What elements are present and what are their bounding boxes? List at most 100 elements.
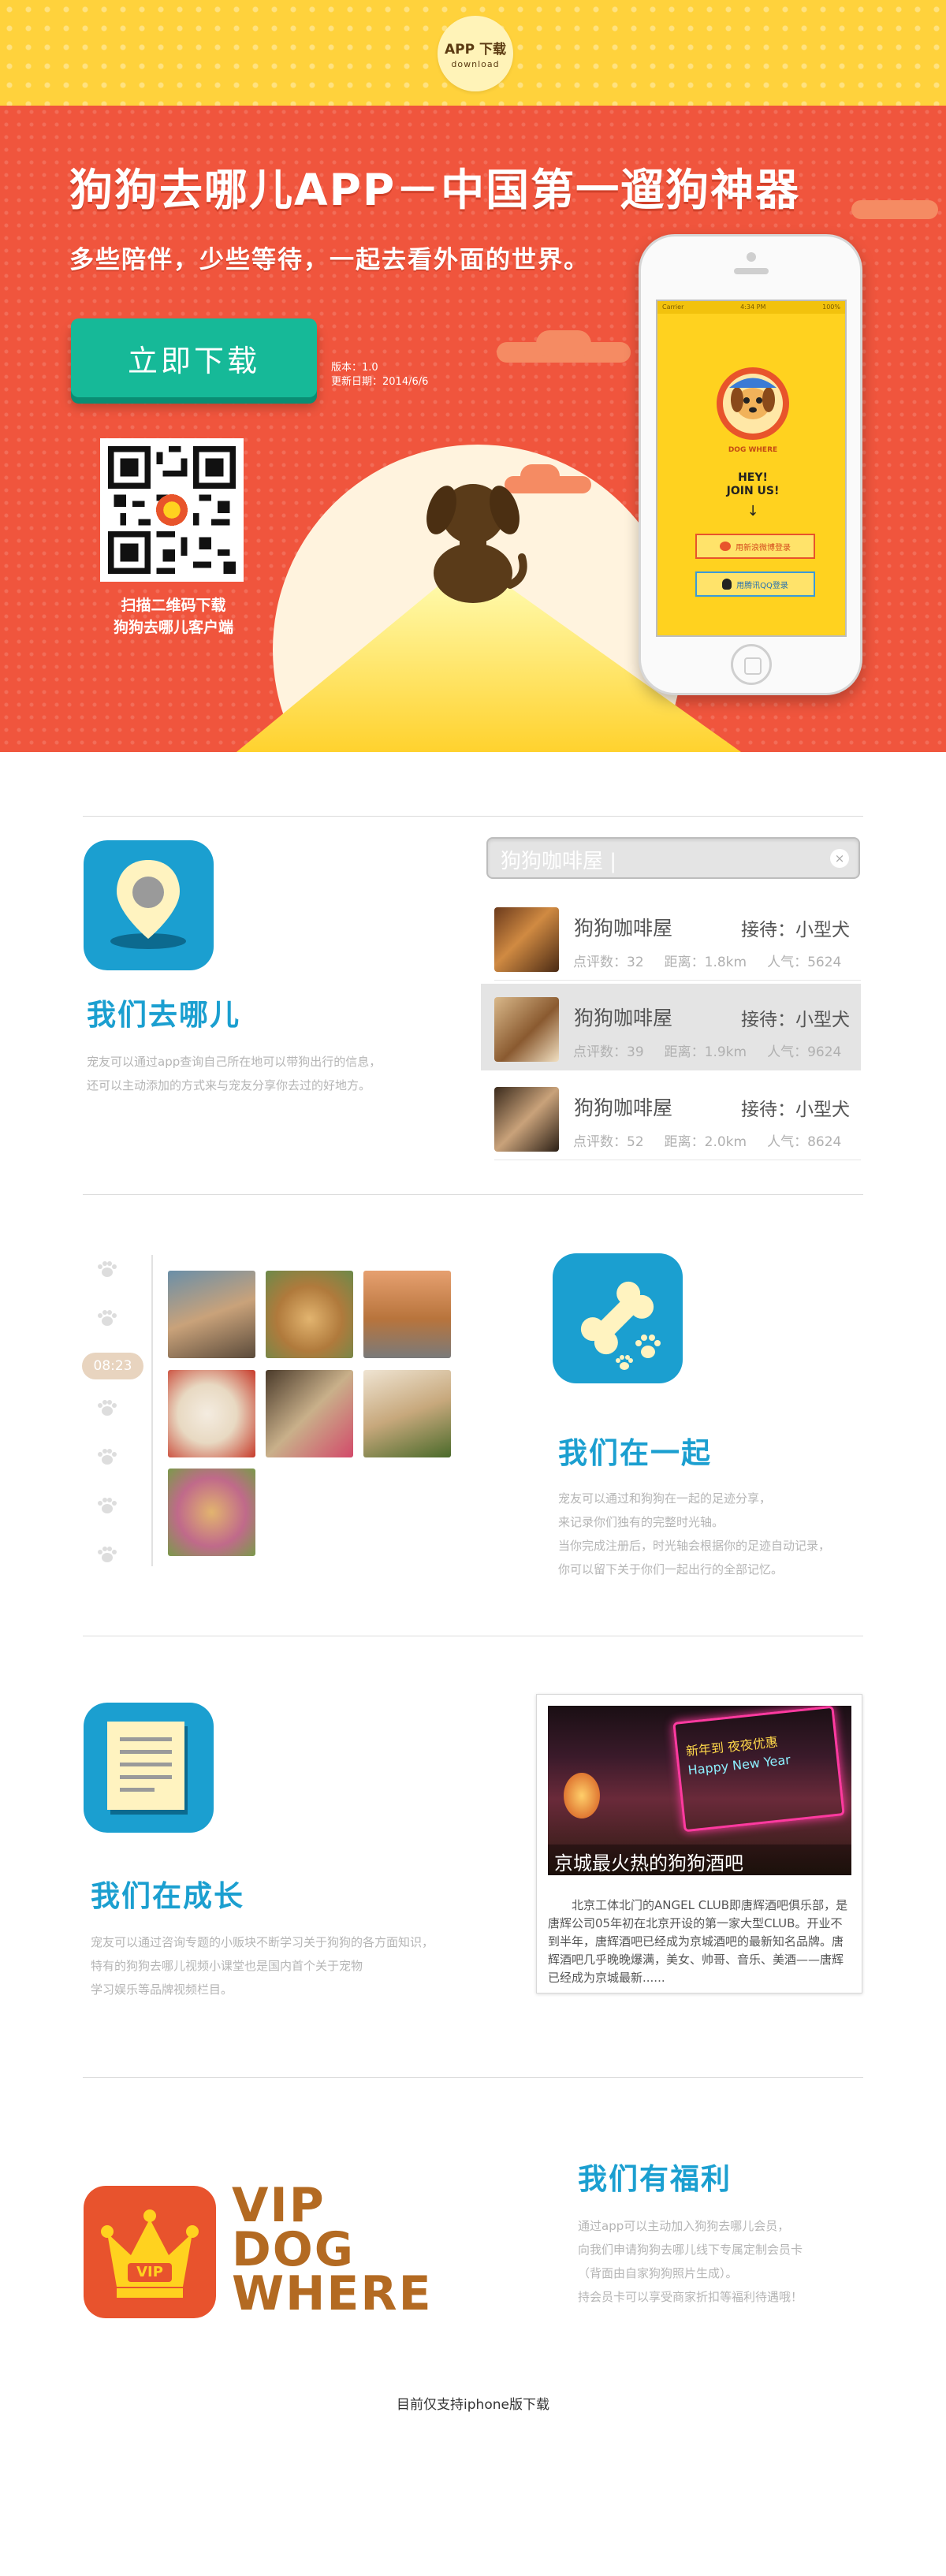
place-distance: 距离：2.0km [664,1134,747,1150]
lantern [564,1773,600,1818]
place-popularity: 人气：5624 [767,955,842,970]
neon-sign: 新年到 夜夜优惠 Happy New Year [672,1706,845,1833]
paw-icon [98,1449,117,1465]
logo-text: DOG WHERE [728,446,778,454]
dog-photo[interactable] [266,1271,353,1358]
place-reviews: 点评数：32 [573,955,644,970]
wordmark-where: WHERE [232,2266,433,2321]
place-stats: 点评数：39 距离：1.9km 人气：9624 [573,1040,841,1060]
phone-camera [747,252,756,262]
place-name: 狗狗咖啡屋 [574,1007,673,1029]
hero-subtitle: 多些陪伴，少些等待，一起去看外面的世界。 [69,246,590,274]
row-divider [494,980,861,981]
timeline-line [151,1255,153,1566]
place-thumbnail [494,907,559,972]
timeline-time-badge: 08:23 [82,1353,143,1379]
hey-join-text: HEY! JOIN US! [657,471,845,498]
dog-photo[interactable] [363,1271,451,1358]
qq-icon [722,579,732,590]
dog-photo[interactable] [168,1370,255,1457]
section-together-title: 我们在一起 [558,1436,712,1470]
place-distance: 距离：1.9km [664,1044,747,1060]
qr-caption: 扫描二维码下载 狗狗去哪儿客户端 [79,594,268,638]
dog-photo[interactable] [363,1370,451,1457]
desc-line: 当你完成注册后，时光轴会根据你的足迹自动记录， [558,1539,831,1553]
location-feature-icon [84,840,214,970]
place-list-item[interactable]: 狗狗咖啡屋 接待：小型犬 点评数：32 距离：1.8km 人气：5624 [481,894,861,981]
search-input[interactable]: 狗狗咖啡屋 | × [486,837,860,879]
vip-dog-where-wordmark: VIP DOG WHERE [232,2178,433,2321]
dog-photo[interactable] [266,1370,353,1457]
place-accept: 接待：小型犬 [741,1100,850,1120]
section-grow-desc: 宠友可以通过咨询专题的小贩块不断学习关于狗狗的各方面知识， 特有的狗狗去哪儿视频… [91,1930,434,2001]
document-icon [107,1722,188,1815]
place-accept: 接待：小型犬 [741,1010,850,1030]
place-thumbnail [494,1087,559,1152]
desc-line: 你可以留下关于你们一起出行的全部记忆。 [558,1562,784,1576]
desc-line: （背面由自家狗狗照片生成）。 [578,2266,738,2280]
hero-title: 狗狗去哪儿APP－中国第一遛狗神器 [69,165,801,215]
carrier-text: Carrier [662,303,684,311]
section-divider [83,816,863,817]
paw-icon [98,1498,117,1513]
wordmark-vip: VIP [232,2178,326,2233]
weibo-login-label: 用新浪微博登录 [736,543,791,553]
weibo-icon [720,542,731,551]
desc-line: 向我们申请狗狗去哪儿线下专属定制会员卡 [578,2243,803,2257]
desc-line: 学习娱乐等品牌视频栏目。 [91,1982,233,1997]
paw-icon [98,1547,117,1562]
top-strip: APP 下载 download [0,0,946,106]
vip-badge-text: VIP [136,2264,163,2280]
qr-code[interactable] [100,438,244,582]
phone-mockup: Carrier 4:34 PM 100% DOG WHERE HEY! JOIN… [639,234,862,695]
article-card[interactable]: 新年到 夜夜优惠 Happy New Year 京城最火热的狗狗酒吧 北京工体北… [536,1694,862,1993]
section-divider [83,1194,863,1195]
home-button [731,644,772,685]
update-date: 更新日期：2014/6/6 [331,376,429,388]
qq-login-button[interactable]: 用腾讯QQ登录 [695,571,815,597]
dog-photo[interactable] [168,1469,255,1556]
app-download-badge[interactable]: APP 下载 download [438,16,513,91]
bone-feature-icon [553,1253,683,1383]
qr-caption-line2: 狗狗去哪儿客户端 [113,619,233,636]
footer-note: 目前仅支持iphone版下载 [397,2397,549,2413]
crown-icon [101,2209,199,2298]
article-image-caption: 京城最火热的狗狗酒吧 [548,1845,851,1875]
search-value: 狗狗咖啡屋 | [501,850,617,873]
dog-photo[interactable] [168,1271,255,1358]
place-list-item[interactable]: 狗狗咖啡屋 接待：小型犬 点评数：39 距离：1.9km 人气：9624 [481,984,861,1070]
dog-where-logo-icon [717,367,789,440]
desc-line: 宠友可以通过和狗狗在一起的足迹分享， [558,1491,772,1506]
dog-silhouette-icon [426,484,527,603]
article-body: 北京工体北门的ANGEL CLUB即唐辉酒吧俱乐部，是唐辉公司05年初在北京开设… [548,1898,848,1985]
weibo-login-button[interactable]: 用新浪微博登录 [695,534,815,559]
clear-icon[interactable]: × [830,849,849,868]
download-now-button[interactable]: 立即下载 [71,318,317,397]
place-thumbnail [494,997,559,1062]
arrow-down-icon: ↓ [747,503,759,519]
desc-line: 还可以主动添加的方式来与宠友分享你去过的好地方。 [87,1078,371,1093]
qr-code-icon [108,446,236,574]
book-feature-icon [84,1703,214,1833]
phone-speaker [734,268,769,274]
status-bar: Carrier 4:34 PM 100% [657,301,845,314]
hero-banner: 狗狗去哪儿APP－中国第一遛狗神器 多些陪伴，少些等待，一起去看外面的世界。 立… [0,106,946,752]
place-name: 狗狗咖啡屋 [574,1096,673,1119]
badge-line1: APP 下载 [445,42,506,58]
place-reviews: 点评数：52 [573,1134,644,1150]
place-accept: 接待：小型犬 [741,920,850,940]
place-list-item[interactable]: 狗狗咖啡屋 接待：小型犬 点评数：52 距离：2.0km 人气：8624 [481,1074,861,1160]
place-stats: 点评数：32 距离：1.8km 人气：5624 [573,951,841,970]
place-popularity: 人气：8624 [767,1134,842,1150]
hey-line1: HEY! [738,471,768,484]
paw-icon [98,1261,117,1277]
badge-line2: download [451,59,500,69]
version-info: 版本：1.0 更新日期：2014/6/6 [331,361,428,389]
battery-text: 100% [822,303,840,311]
section-together-desc: 宠友可以通过和狗狗在一起的足迹分享， 来记录你们独有的完整时光轴。 当你完成注册… [558,1487,830,1581]
qq-login-label: 用腾讯QQ登录 [736,581,788,590]
desc-line: 宠友可以通过app查询自己所在地可以带狗出行的信息， [87,1055,382,1069]
vip-feature-icon: VIP [84,2186,216,2318]
bone-icon [580,1281,661,1370]
place-name: 狗狗咖啡屋 [574,917,673,940]
